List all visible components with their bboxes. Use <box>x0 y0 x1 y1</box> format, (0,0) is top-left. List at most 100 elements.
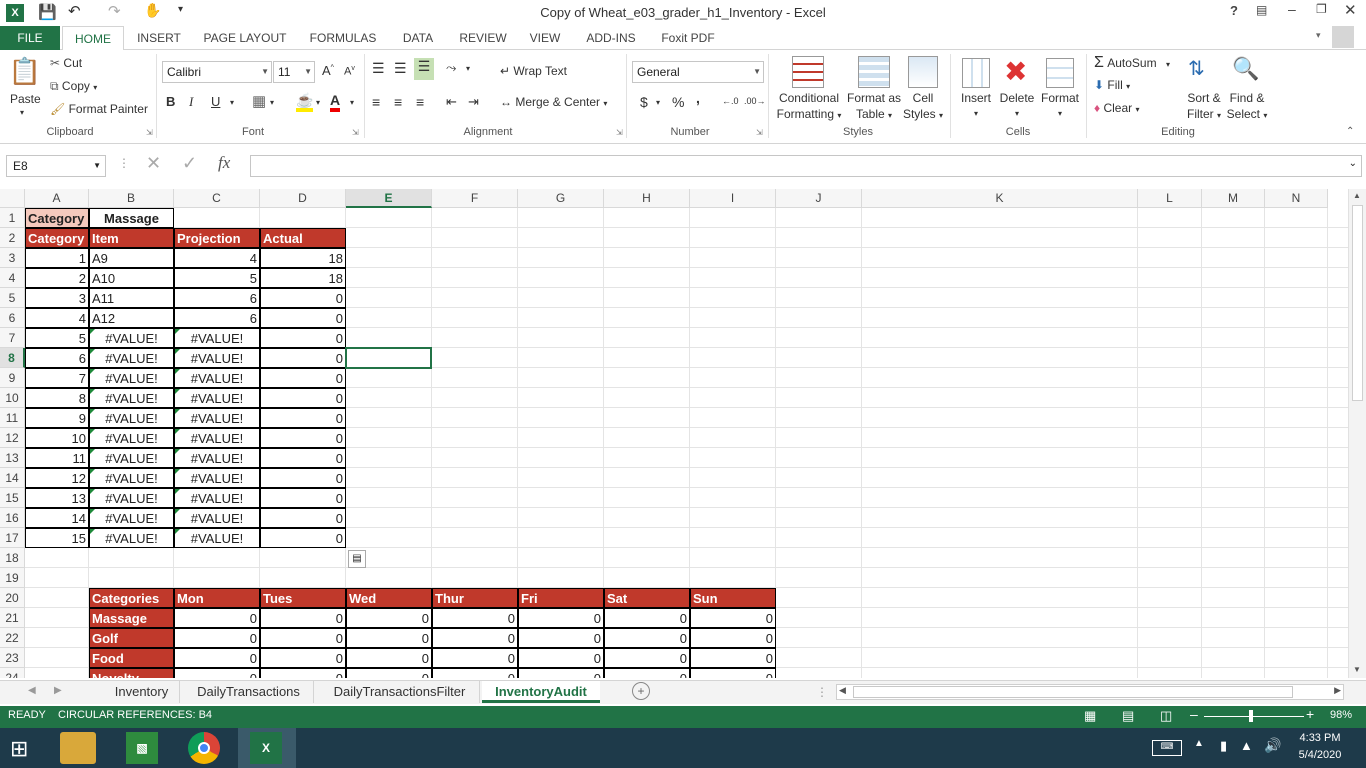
cell-styles-button[interactable]: Cell Styles ▾ <box>900 90 946 124</box>
cancel-icon[interactable]: ✕ <box>146 153 161 174</box>
table-cell[interactable]: 1 <box>25 248 89 268</box>
table2-cell[interactable]: 0 <box>518 648 604 668</box>
table2-cell[interactable]: 0 <box>690 668 776 678</box>
conditional-formatting-icon[interactable] <box>792 56 824 88</box>
row-header[interactable]: 17 <box>0 528 25 548</box>
table2-cell[interactable]: 0 <box>346 628 432 648</box>
table2-header-cell[interactable]: Categories <box>89 588 174 608</box>
table2-header-cell[interactable]: Wed <box>346 588 432 608</box>
table-cell[interactable]: 0 <box>260 528 346 548</box>
table-cell[interactable]: #VALUE! <box>174 508 260 528</box>
zoom-slider[interactable] <box>1204 716 1304 717</box>
format-cells-icon[interactable] <box>1046 58 1074 88</box>
underline-dropdown-icon[interactable]: ▾ <box>230 98 234 107</box>
zoom-slider-thumb[interactable] <box>1249 710 1253 722</box>
table-cell[interactable]: #VALUE! <box>89 368 174 388</box>
new-sheet-icon[interactable]: + <box>632 682 650 700</box>
row-header[interactable]: 5 <box>0 288 25 308</box>
minimize-icon[interactable]: – <box>1288 1 1296 17</box>
table2-cell[interactable]: 0 <box>432 608 518 628</box>
table2-category-cell[interactable]: Massage <box>89 608 174 628</box>
table2-header-cell[interactable]: Thur <box>432 588 518 608</box>
table-cell[interactable]: 18 <box>260 268 346 288</box>
format-as-table-button[interactable]: Format as Table ▾ <box>844 90 904 124</box>
ribbon-display-icon[interactable]: ▤ <box>1256 3 1267 17</box>
table2-cell[interactable]: 0 <box>432 628 518 648</box>
normal-view-icon[interactable]: ▦ <box>1084 708 1096 724</box>
table-cell[interactable]: 0 <box>260 408 346 428</box>
scroll-up-icon[interactable]: ▲ <box>1353 191 1361 200</box>
table2-header-cell[interactable]: Mon <box>174 588 260 608</box>
table-cell[interactable]: #VALUE! <box>89 348 174 368</box>
prev-sheet-icon[interactable]: ◀ <box>28 685 36 696</box>
table-cell[interactable]: #VALUE! <box>89 488 174 508</box>
row-header[interactable]: 11 <box>0 408 25 428</box>
font-launcher-icon[interactable]: ⇲ <box>352 128 359 137</box>
format-painter-button[interactable]: 🖌 Format Painter <box>50 102 148 116</box>
table-cell[interactable]: 0 <box>260 448 346 468</box>
table-cell[interactable]: #VALUE! <box>174 468 260 488</box>
avatar[interactable] <box>1332 26 1354 48</box>
column-header[interactable]: L <box>1138 189 1202 208</box>
paste-button[interactable]: Paste <box>10 92 41 106</box>
table2-cell[interactable]: 0 <box>432 648 518 668</box>
worksheet-grid[interactable]: ABCDEFGHIJKLMN 1 2 3 4 5 6 7 8 9 10 11 12 13 14 15 16 17… <box>0 189 1348 678</box>
table-header-cell[interactable]: Category <box>25 228 89 248</box>
horizontal-scrollbar[interactable]: ◀ ▶ <box>836 684 1344 700</box>
table2-cell[interactable]: 0 <box>346 668 432 678</box>
table-cell[interactable]: #VALUE! <box>89 508 174 528</box>
merge-center-button[interactable]: ↔ Merge & Center ▾ <box>500 95 607 109</box>
table-cell[interactable]: 4 <box>25 308 89 328</box>
table-cell[interactable]: #VALUE! <box>174 428 260 448</box>
table-cell[interactable]: 9 <box>25 408 89 428</box>
table-cell[interactable]: 6 <box>174 308 260 328</box>
table2-cell[interactable]: 0 <box>604 648 690 668</box>
format-as-table-icon[interactable] <box>858 56 890 88</box>
table-cell[interactable]: 0 <box>260 328 346 348</box>
table-cell[interactable]: A12 <box>89 308 174 328</box>
sheet-tab-dailytransactions[interactable]: DailyTransactions <box>184 681 314 703</box>
row-header[interactable]: 2 <box>0 228 25 248</box>
table2-cell[interactable]: 0 <box>260 608 346 628</box>
align-bottom-icon[interactable]: ☰ <box>414 58 434 80</box>
row-header[interactable]: 6 <box>0 308 25 328</box>
row-header[interactable]: 4 <box>0 268 25 288</box>
format-cells-button[interactable]: Format ▾ <box>1038 90 1082 122</box>
table2-cell[interactable]: 0 <box>518 608 604 628</box>
table-cell[interactable]: 0 <box>260 468 346 488</box>
table2-cell[interactable]: 0 <box>690 628 776 648</box>
column-header[interactable]: M <box>1202 189 1265 208</box>
show-hidden-icons-icon[interactable]: ▲ <box>1194 738 1204 749</box>
sort-filter-button[interactable]: Sort & Filter ▾ <box>1182 90 1226 124</box>
table-cell[interactable]: #VALUE! <box>89 328 174 348</box>
row-header[interactable]: 19 <box>0 568 25 588</box>
row-header[interactable]: 1 <box>0 208 25 228</box>
enter-icon[interactable]: ✓ <box>182 153 197 174</box>
vertical-scroll-thumb[interactable] <box>1352 205 1363 401</box>
store-icon[interactable]: ▧ <box>126 732 158 764</box>
row-header[interactable]: 3 <box>0 248 25 268</box>
table-cell[interactable]: #VALUE! <box>174 448 260 468</box>
fill-dropdown-icon[interactable]: ▾ <box>316 98 320 107</box>
cut-button[interactable]: ✂ Cut <box>50 56 82 70</box>
table-cell[interactable]: #VALUE! <box>174 388 260 408</box>
scroll-left-icon[interactable]: ◀ <box>839 685 846 696</box>
row-header[interactable]: 12 <box>0 428 25 448</box>
table-cell[interactable]: #VALUE! <box>89 468 174 488</box>
table-cell[interactable]: #VALUE! <box>89 408 174 428</box>
row-header[interactable]: 9 <box>0 368 25 388</box>
row-header[interactable]: 22 <box>0 628 25 648</box>
find-select-icon[interactable]: 🔍 <box>1232 56 1259 82</box>
network-icon[interactable]: ▲ <box>1240 738 1253 753</box>
table-cell[interactable]: 5 <box>174 268 260 288</box>
borders-icon[interactable]: ▦ <box>252 92 266 110</box>
sort-filter-icon[interactable]: ⇅ <box>1188 56 1205 81</box>
tab-view[interactable]: VIEW <box>522 26 568 50</box>
paste-dropdown-icon[interactable]: ▾ <box>20 108 24 117</box>
tab-page-layout[interactable]: PAGE LAYOUT <box>196 26 294 50</box>
align-top-icon[interactable]: ☰ <box>372 60 385 77</box>
table-cell[interactable]: 7 <box>25 368 89 388</box>
table-cell[interactable]: 0 <box>260 388 346 408</box>
alignment-launcher-icon[interactable]: ⇲ <box>616 128 623 137</box>
table2-category-cell[interactable]: Food <box>89 648 174 668</box>
